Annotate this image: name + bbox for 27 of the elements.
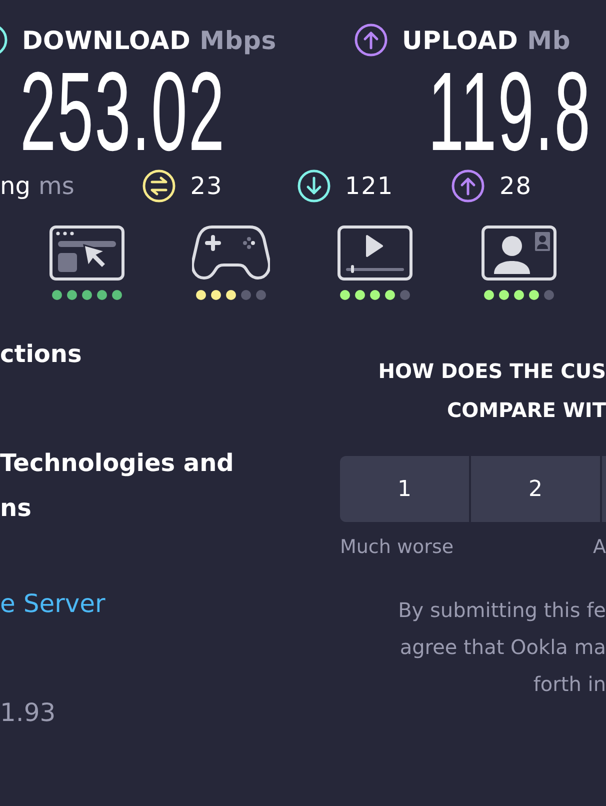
disclaimer-text: agree that Ookla ma bbox=[398, 634, 606, 661]
survey-question: HOW DOES THE CUS bbox=[377, 358, 606, 385]
video-call-icon bbox=[480, 224, 558, 282]
scale-label: Much worse bbox=[340, 536, 454, 558]
server-link[interactable]: e Server bbox=[0, 581, 340, 626]
server-detail: 1.93 bbox=[0, 697, 57, 729]
ping-value: 23 bbox=[190, 172, 223, 200]
disclaimer-text: By submitting this fe bbox=[397, 597, 606, 624]
section-heading: ctions bbox=[0, 339, 83, 370]
download-label: DOWNLOAD Mbps bbox=[22, 26, 276, 54]
scale-label: A bbox=[593, 536, 606, 558]
video-player-icon bbox=[336, 224, 414, 282]
section-heading: Technologies and bbox=[0, 448, 235, 479]
rating-button[interactable]: 1 bbox=[340, 456, 469, 522]
ping-label: ng ms bbox=[0, 172, 76, 200]
rating-button[interactable]: 2 bbox=[471, 456, 600, 522]
ping-value: 28 bbox=[499, 172, 532, 200]
download-speed: 253.02 bbox=[20, 64, 226, 160]
ping-value: 121 bbox=[344, 172, 394, 200]
upload-label: UPLOAD Mb bbox=[402, 26, 571, 54]
section-heading: ns bbox=[0, 493, 32, 524]
survey-question: COMPARE WIT bbox=[446, 397, 606, 424]
browser-cursor-icon bbox=[48, 224, 126, 282]
swap-arrows-icon bbox=[142, 169, 176, 203]
upload-speed: 119.8 bbox=[428, 64, 592, 160]
gamepad-icon bbox=[192, 224, 270, 282]
disclaimer-text: forth in bbox=[532, 671, 606, 698]
